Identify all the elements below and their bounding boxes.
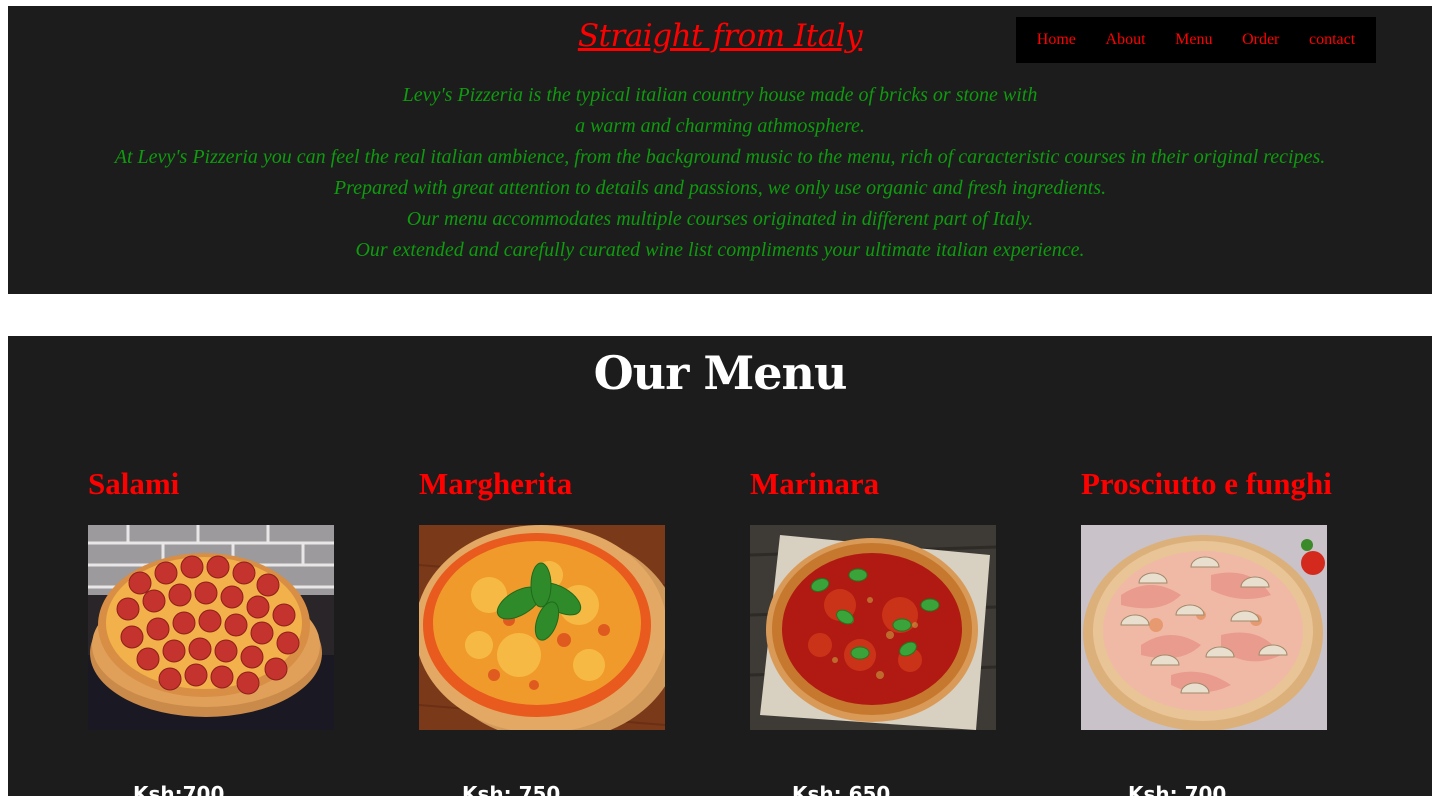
about-description: Levy's Pizzeria is the typical italian c… [8,80,1432,266]
menu-card-marinara: Marinara Ksh: 650 [750,466,1050,806]
margherita-pizza-photo[interactable] [419,525,665,730]
prosciutto-funghi-pizza-photo[interactable] [1081,525,1327,730]
pizza-name: Prosciutto e funghi [1081,466,1332,501]
menu-card-prosciutto-funghi: Prosciutto e funghi Ksh: 700 [1081,466,1381,806]
description-line: Our menu accommodates multiple courses o… [406,208,1034,230]
description-line: Prepared with great attention to details… [333,177,1107,199]
marinara-pizza-photo[interactable] [750,525,996,730]
pizza-name: Margherita [419,466,573,501]
pizza-price: Ksh:700 [133,782,225,806]
pizza-price: Ksh: 650 [792,782,891,806]
description-line: a warm and charming athmosphere. [575,115,865,137]
salami-pizza-photo[interactable] [88,525,334,730]
menu-heading: Our Menu [593,346,848,400]
nav-menu-link[interactable]: Menu [1175,31,1212,49]
description-line: At Levy's Pizzeria you can feel the real… [114,146,1326,168]
nav-order-link[interactable]: Order [1242,31,1279,49]
pizza-price: Ksh: 700 [1128,782,1227,806]
menu-section: Our Menu Salami Ksh:700 Margherita Ksh: … [8,336,1432,806]
pizza-price: Ksh: 750 [462,782,561,806]
main-nav: Home About Menu Order contact [1016,17,1376,63]
nav-home-link[interactable]: Home [1037,31,1076,49]
nav-contact-link[interactable]: contact [1309,31,1355,49]
hero-section: Straight from Italy Home About Menu Orde… [8,6,1432,294]
menu-card-margherita: Margherita Ksh: 750 [419,466,719,806]
description-line: Levy's Pizzeria is the typical italian c… [402,84,1038,106]
nav-about-link[interactable]: About [1106,31,1146,49]
description-line: Our extended and carefully curated wine … [355,239,1085,261]
menu-card-salami: Salami Ksh:700 [88,466,388,806]
pizza-name: Marinara [750,466,880,501]
pizza-name: Salami [88,466,180,501]
